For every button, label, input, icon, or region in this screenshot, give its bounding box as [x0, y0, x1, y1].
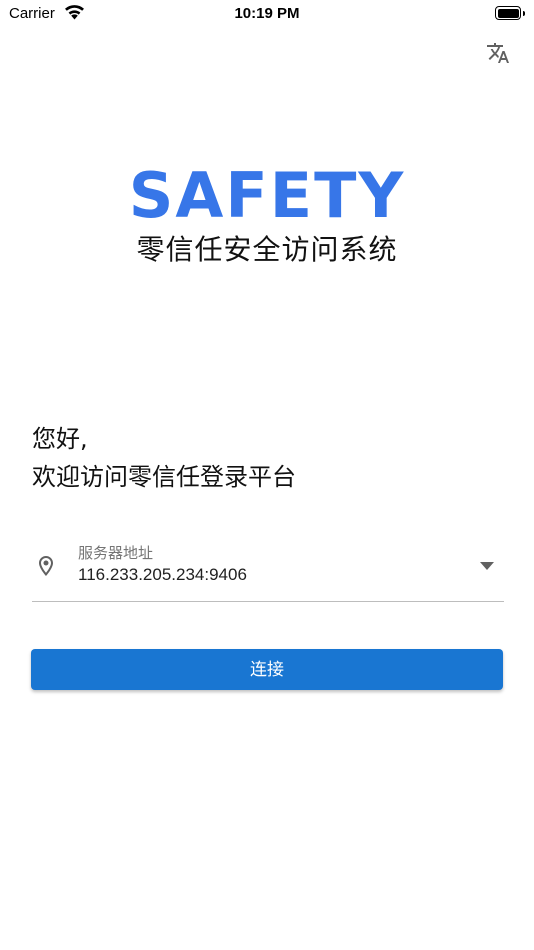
dropdown-arrow-icon[interactable] — [480, 562, 494, 570]
location-pin-icon — [39, 556, 53, 576]
greeting-line-2: 欢迎访问零信任登录平台 — [32, 463, 296, 491]
status-time: 10:19 PM — [234, 5, 300, 22]
login-screen: Carrier 10:19 PM SAFETY 零信任安全访问系统 您好, 欢迎… — [0, 0, 534, 950]
battery-icon — [495, 6, 525, 20]
translate-icon[interactable] — [486, 41, 510, 65]
brand-logo-text: SAFETY — [128, 159, 406, 232]
server-address-dropdown[interactable]: 服务器地址 116.233.205.234:9406 — [32, 536, 504, 602]
status-bar: Carrier 10:19 PM — [0, 0, 534, 30]
connect-button[interactable]: 连接 — [31, 649, 503, 690]
server-address-label: 服务器地址 — [78, 544, 154, 562]
greeting: 您好, 欢迎访问零信任登录平台 — [32, 420, 296, 496]
greeting-line-1: 您好, — [32, 425, 88, 453]
server-address-value: 116.233.205.234:9406 — [78, 565, 247, 584]
app-subtitle: 零信任安全访问系统 — [136, 233, 398, 266]
